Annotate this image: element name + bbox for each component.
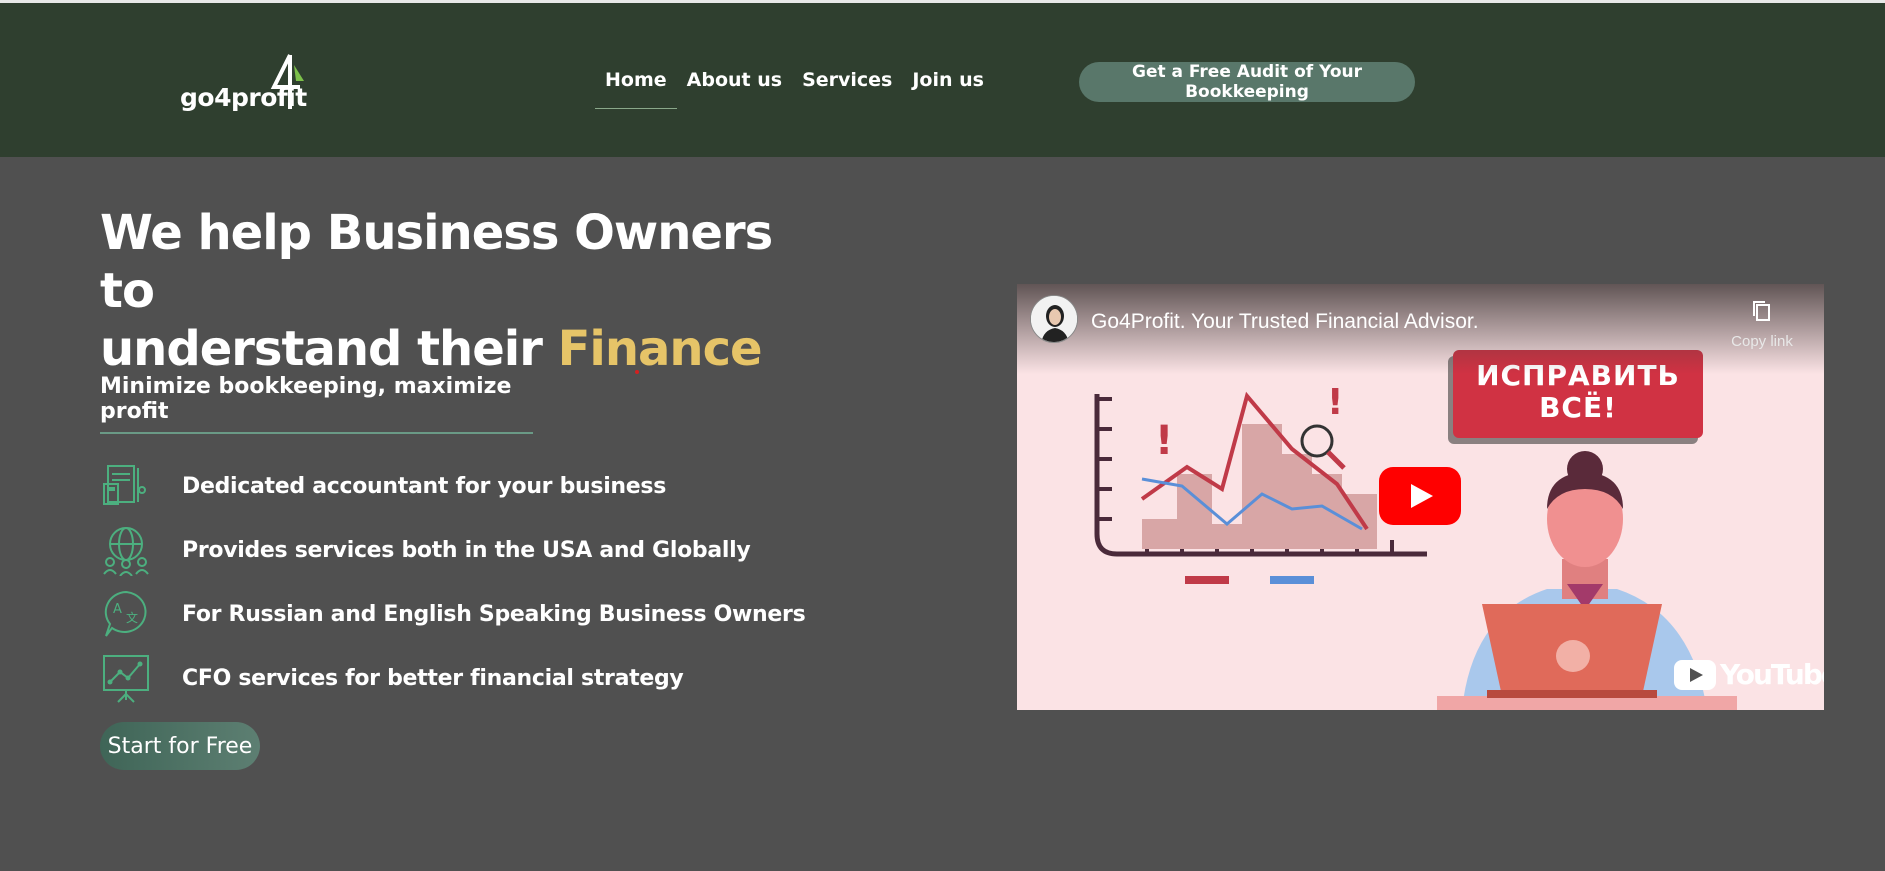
feature-text: Dedicated accountant for your business bbox=[182, 473, 667, 499]
feature-item: Dedicated accountant for your business bbox=[100, 454, 805, 518]
svg-text:!: ! bbox=[1155, 418, 1173, 464]
translate-bubble-icon: A 文 bbox=[104, 590, 147, 637]
youtube-icon bbox=[1674, 659, 1716, 690]
site-header: go4profit Home About us Services Join us… bbox=[0, 3, 1885, 157]
copy-icon bbox=[1753, 301, 1770, 321]
copy-link-button[interactable]: Copy link bbox=[1717, 298, 1807, 358]
play-icon bbox=[1379, 467, 1461, 525]
channel-avatar[interactable] bbox=[1030, 295, 1078, 343]
document-calculator-icon bbox=[103, 465, 146, 505]
svg-text:文: 文 bbox=[126, 610, 138, 625]
globe-people-icon bbox=[103, 527, 149, 576]
free-audit-button[interactable]: Get a Free Audit of Your Bookkeeping bbox=[1079, 62, 1415, 102]
svg-text:A: A bbox=[113, 602, 122, 617]
nav-services[interactable]: Services bbox=[792, 63, 902, 109]
feature-list: Dedicated accountant for your business P… bbox=[100, 454, 806, 710]
headline-accent: Finance bbox=[557, 321, 763, 377]
avatar-person-icon bbox=[1031, 296, 1077, 342]
decorative-dot bbox=[635, 370, 639, 374]
youtube-logo[interactable]: YouTube bbox=[1674, 658, 1824, 691]
nav-about-us[interactable]: About us bbox=[677, 63, 792, 109]
feature-item: A 文 For Russian and English Speaking Bus… bbox=[100, 582, 806, 646]
play-button[interactable] bbox=[1379, 467, 1461, 530]
headline-line1: We help Business Owners to bbox=[100, 205, 773, 319]
feature-text: CFO services for better financial strate… bbox=[182, 665, 684, 691]
sign-line2: ВСЁ! bbox=[1539, 391, 1617, 424]
video-title[interactable]: Go4Profit. Your Trusted Financial Adviso… bbox=[1091, 310, 1479, 334]
feature-text: Provides services both in the USA and Gl… bbox=[182, 537, 751, 563]
youtube-video-embed[interactable]: ! ! ИСПРАВИТЬ ВСЁ! Go4Profit. Your Trust… bbox=[1017, 284, 1824, 710]
hero-subhead: Minimize bookkeeping, maximize profit bbox=[100, 374, 533, 434]
headline-line2: understand their bbox=[100, 321, 558, 377]
nav-home[interactable]: Home bbox=[595, 63, 677, 109]
chart-presentation-icon bbox=[103, 655, 149, 703]
feature-item: Provides services both in the USA and Gl… bbox=[100, 518, 805, 582]
copy-link-label: Copy link bbox=[1731, 333, 1793, 350]
start-for-free-button[interactable]: Start for Free bbox=[100, 722, 260, 770]
feature-text: For Russian and English Speaking Busines… bbox=[182, 601, 806, 627]
svg-text:!: ! bbox=[1327, 382, 1343, 423]
youtube-label: YouTube bbox=[1720, 658, 1824, 691]
logo-four-icon bbox=[270, 54, 304, 109]
hero-headline: We help Business Owners to understand th… bbox=[100, 204, 820, 378]
logo[interactable]: go4profit bbox=[180, 53, 320, 115]
nav-join-us[interactable]: Join us bbox=[902, 63, 994, 109]
main-nav: Home About us Services Join us bbox=[595, 63, 994, 109]
feature-item: CFO services for better financial strate… bbox=[100, 646, 805, 710]
